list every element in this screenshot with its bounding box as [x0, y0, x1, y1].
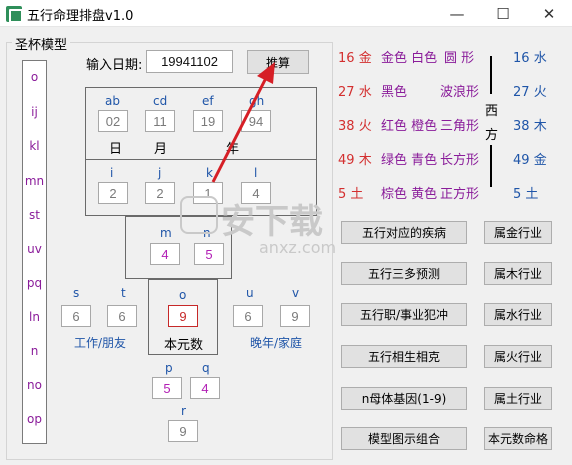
left-code-item: ln [29, 310, 40, 324]
west-row-number: 5 土 [338, 187, 364, 202]
three-more-button[interactable]: 五行三多预测 [341, 262, 467, 285]
west-row-shape: 正方形 [440, 187, 480, 202]
west-row-shape: 三角形 [440, 119, 480, 134]
east-row: 38 木 [513, 119, 547, 134]
left-code-item: pq [26, 276, 43, 290]
p-field[interactable] [152, 377, 182, 399]
grid-label-r: r [181, 404, 186, 418]
east-row: 49 金 [513, 153, 547, 168]
left-code-item: n [30, 344, 39, 358]
grid-label-s: s [73, 286, 80, 300]
west-label-2: 方 [485, 128, 499, 143]
west-row-number: 16 金 [338, 51, 372, 66]
i-field[interactable] [98, 182, 128, 204]
m-field[interactable] [150, 243, 180, 265]
grid-label-t: t [121, 286, 126, 300]
o-field[interactable] [168, 305, 198, 327]
core-number-label: 本元数 [164, 338, 204, 353]
groupbox-label: 圣杯模型 [12, 34, 71, 53]
grid-label-u: u [246, 286, 254, 300]
west-label-1: 西 [485, 104, 499, 119]
grid-label-i: i [110, 166, 114, 180]
core-pattern-button[interactable]: 本元数命格 [484, 427, 552, 450]
west-row-shape: 长方形 [440, 153, 480, 168]
date-input-label: 输入日期: [86, 58, 143, 73]
grid-label-v: v [292, 286, 300, 300]
day-field[interactable] [98, 110, 128, 132]
j-field[interactable] [145, 182, 175, 204]
fire-industry-button[interactable]: 属火行业 [484, 345, 552, 368]
left-code-item: uv [27, 242, 42, 256]
west-row-number: 27 水 [338, 85, 372, 100]
grid-label-j: j [158, 166, 162, 180]
west-row-number: 38 火 [338, 119, 372, 134]
west-row-color: 绿色 青色 [381, 153, 438, 168]
left-code-item: mn [24, 174, 45, 188]
month-label: 月 [154, 142, 168, 157]
left-code-item: op [27, 412, 42, 426]
work-friends-label: 工作/朋友 [74, 336, 127, 350]
east-row: 16 水 [513, 51, 547, 66]
career-conflict-button[interactable]: 五行职/事业犯冲 [341, 303, 467, 326]
month-field[interactable] [145, 110, 175, 132]
left-code-item: o [30, 70, 39, 84]
gene-button[interactable]: n母体基因(1-9) [341, 387, 467, 410]
maximize-button[interactable]: ☐ [480, 0, 526, 27]
earth-industry-button[interactable]: 属土行业 [484, 387, 552, 410]
left-code-item: kl [29, 139, 40, 153]
disease-button[interactable]: 五行对应的疾病 [341, 221, 467, 244]
late-family-label: 晚年/家庭 [250, 336, 303, 350]
west-row-color: 红色 橙色 [381, 119, 438, 134]
u-field[interactable] [233, 305, 263, 327]
minimize-button[interactable]: — [434, 0, 480, 27]
watermark-text: 安下载 [221, 202, 323, 242]
title-bar: 五行命理排盘v1.0 — ☐ ✕ [0, 0, 572, 27]
wood-industry-button[interactable]: 属木行业 [484, 262, 552, 285]
app-icon [6, 6, 23, 23]
watermark-logo-icon [180, 196, 218, 234]
s-field[interactable] [61, 305, 91, 327]
q-field[interactable] [190, 377, 220, 399]
watermark-subtext: anxz.com [259, 238, 337, 257]
grid-label-o: o [179, 288, 187, 302]
west-row-shape: 波浪形 [440, 85, 480, 100]
t-field[interactable] [107, 305, 137, 327]
left-code-item: ij [31, 105, 38, 119]
grid-label-cd: cd [153, 94, 168, 108]
model-combo-button[interactable]: 模型图示组合 [341, 427, 467, 450]
r-field[interactable] [168, 420, 198, 442]
west-row-color: 棕色 黄色 [381, 187, 438, 202]
left-code-item: st [29, 208, 40, 222]
west-row-color: 金色 白色 [381, 51, 438, 66]
east-row: 27 火 [513, 85, 547, 100]
window-title: 五行命理排盘v1.0 [27, 9, 134, 24]
generation-button[interactable]: 五行相生相克 [341, 345, 467, 368]
water-industry-button[interactable]: 属水行业 [484, 303, 552, 326]
east-row: 5 土 [513, 187, 539, 202]
v-field[interactable] [280, 305, 310, 327]
annotation-arrow-icon [211, 62, 275, 183]
west-row-number: 49 木 [338, 153, 372, 168]
divider-line [490, 56, 492, 94]
divider-line [490, 145, 492, 187]
grid-label-q: q [202, 361, 210, 375]
grid-label-ab: ab [105, 94, 120, 108]
grid-label-m: m [160, 226, 172, 240]
west-row-color: 黑色 [381, 85, 408, 100]
left-code-item: no [27, 378, 42, 392]
day-label: 日 [109, 142, 123, 157]
west-row-shape: 圆 形 [444, 51, 475, 66]
metal-industry-button[interactable]: 属金行业 [484, 221, 552, 244]
left-code-column: o ij kl mn st uv pq ln n no op [22, 60, 47, 444]
n-field[interactable] [194, 243, 224, 265]
close-button[interactable]: ✕ [526, 0, 572, 27]
grid-label-p: p [165, 361, 173, 375]
